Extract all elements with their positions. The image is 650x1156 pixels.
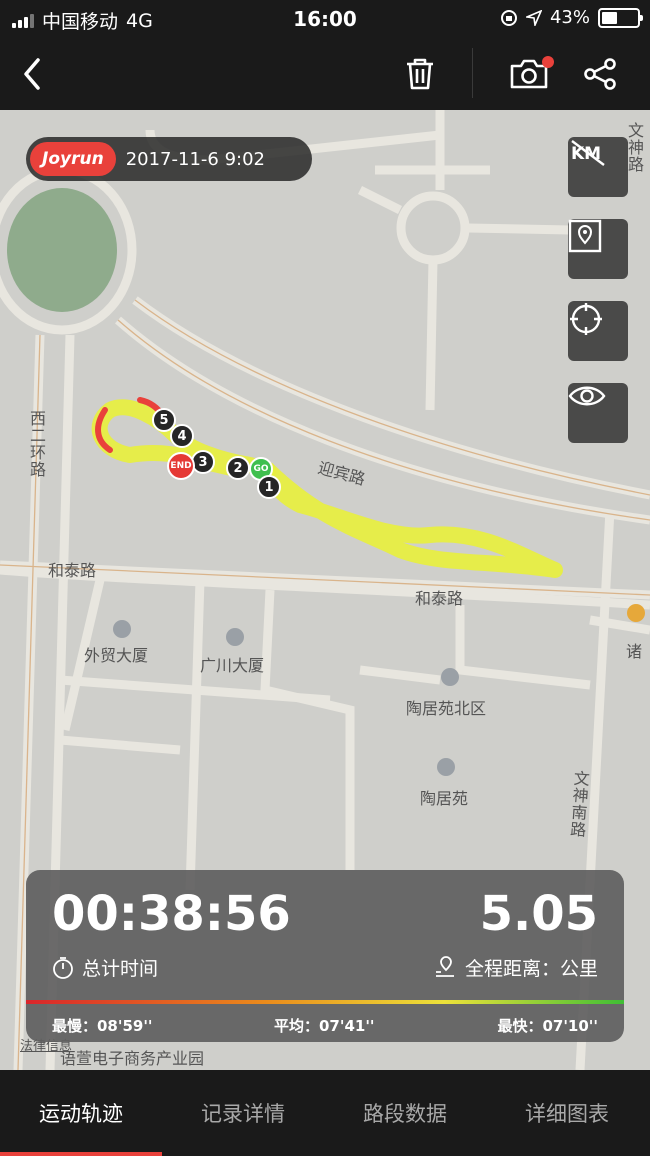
share-button[interactable]: [580, 54, 620, 94]
poi-label-park: 语萱电子商务产业园: [60, 1049, 205, 1068]
tab-bar: 运动轨迹 记录详情 路段数据 详细图表: [0, 1070, 650, 1156]
residence-icon: [437, 758, 455, 776]
pace-gradient-bar: [26, 1000, 624, 1004]
eye-icon: [568, 386, 606, 406]
crosshair-icon: [570, 303, 602, 335]
svg-text:KM: KM: [571, 144, 601, 164]
locate-button[interactable]: [568, 301, 628, 361]
tab-segment-data[interactable]: 路段数据: [324, 1098, 486, 1128]
road-label-west-ring: 西二环路: [27, 410, 46, 478]
status-bar: 中国移动 4G 16:00 43%: [0, 0, 650, 40]
km-marker-2[interactable]: 2: [226, 456, 250, 480]
duration-value: 00:38:56: [52, 886, 291, 942]
chevron-left-icon: [24, 58, 40, 90]
distance-label: 全程距离：公里: [464, 958, 598, 980]
camera-button[interactable]: [504, 54, 554, 94]
delete-button[interactable]: [400, 54, 440, 94]
poi-pin-icon: [627, 604, 645, 622]
distance-pin-icon: [435, 955, 454, 977]
distance-value: 5.05: [479, 886, 598, 942]
duration-caption: 总计时间: [52, 954, 158, 981]
rotation-lock-icon: [500, 9, 517, 26]
notification-dot: [542, 56, 554, 68]
poi-label-waimao: 外贸大厦: [84, 646, 149, 665]
km-marker-4[interactable]: 4: [170, 424, 194, 448]
tab-route[interactable]: 运动轨迹: [0, 1098, 162, 1128]
nav-divider: [472, 48, 473, 98]
park-area: [7, 188, 117, 312]
pace-average: 平均：07'41'': [274, 1017, 375, 1035]
tab-detailed-charts[interactable]: 详细图表: [486, 1098, 648, 1128]
road-label-hetai-east: 和泰路: [415, 589, 464, 608]
duration-label: 总计时间: [82, 958, 159, 980]
pace-slowest: 最慢：08'59'': [52, 1017, 153, 1035]
km-off-icon: KM: [571, 140, 605, 166]
building-icon: [226, 628, 244, 646]
tab-record-details[interactable]: 记录详情: [162, 1098, 324, 1128]
road-label-zhu: 诸: [626, 642, 643, 661]
km-toggle-button[interactable]: KM: [568, 137, 628, 197]
run-info-badge: Joyrun 2017-11-6 9:02: [26, 137, 312, 181]
stopwatch-icon: [53, 956, 73, 979]
end-marker[interactable]: END: [167, 452, 195, 480]
road-label-wenshen-south: 文神南路: [566, 769, 591, 839]
pace-fastest: 最快：07'10'': [497, 1017, 598, 1035]
building-icon: [113, 620, 131, 638]
residence-icon: [441, 668, 459, 686]
map-mode-button[interactable]: [568, 219, 628, 279]
battery-percent: 43%: [549, 7, 590, 28]
visibility-button[interactable]: [568, 383, 628, 443]
location-arrow-icon: [525, 9, 542, 26]
nav-bar: [0, 40, 650, 110]
poi-label-guangchuan: 广川大厦: [200, 656, 265, 675]
stats-panel: 00:38:56 5.05 总计时间 全程距离：公里 最慢：08'59'' 平均…: [26, 870, 624, 1042]
poi-label-taojuyuan: 陶居苑: [420, 789, 469, 808]
trash-icon: [407, 58, 433, 90]
km-marker-1[interactable]: 1: [257, 475, 281, 499]
brand-logo: Joyrun: [30, 142, 116, 176]
back-button[interactable]: [12, 54, 52, 94]
road-label-hetai-west: 和泰路: [48, 561, 97, 580]
distance-caption: 全程距离：公里: [433, 954, 598, 981]
active-tab-indicator: [0, 1152, 162, 1156]
poi-label-taojuyuan-north: 陶居苑北区: [406, 699, 487, 718]
share-icon: [584, 58, 616, 90]
run-date: 2017-11-6 9:02: [125, 148, 265, 170]
battery-icon: [598, 7, 643, 28]
map-pin-icon: [568, 219, 602, 253]
